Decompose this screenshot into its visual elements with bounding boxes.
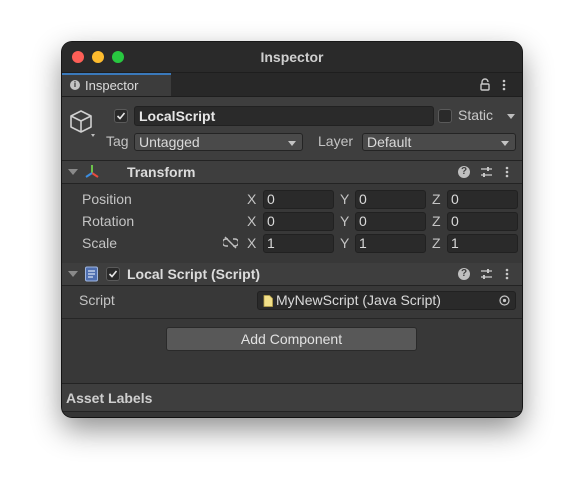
- presets-icon[interactable]: [480, 166, 493, 178]
- scale-z-field[interactable]: 1: [447, 234, 518, 253]
- scale-x-field[interactable]: 1: [263, 234, 334, 253]
- axis-y-label: Y: [340, 191, 350, 207]
- scale-y-field[interactable]: 1: [355, 234, 426, 253]
- script-label: Script: [79, 292, 115, 308]
- foldout-arrow-icon[interactable]: [68, 271, 78, 277]
- local-script-body: Script MyNewScript (Java Script): [62, 286, 522, 318]
- title-bar[interactable]: Inspector: [62, 42, 522, 73]
- cube-icon[interactable]: [68, 107, 96, 137]
- axis-y-label: Y: [340, 213, 350, 229]
- axis-z-label: Z: [432, 191, 441, 207]
- axis-x-label: X: [247, 191, 257, 207]
- lock-icon[interactable]: [479, 78, 491, 91]
- gameobject-name-field[interactable]: LocalScript: [134, 106, 434, 126]
- tag-label: Tag: [106, 133, 129, 149]
- position-label: Position: [82, 191, 132, 207]
- asset-labels-bar[interactable]: Asset Labels: [62, 383, 522, 412]
- transform-header[interactable]: Transform ?: [62, 161, 522, 184]
- asset-labels-title: Asset Labels: [66, 390, 153, 406]
- tag-dropdown[interactable]: Untagged: [134, 133, 303, 151]
- tab-inspector[interactable]: i Inspector: [62, 73, 171, 96]
- local-script-title: Local Script (Script): [127, 266, 261, 282]
- foldout-arrow-icon[interactable]: [68, 169, 78, 175]
- active-checkbox[interactable]: [114, 109, 128, 123]
- position-y-field[interactable]: 0: [355, 190, 426, 209]
- rotation-label: Rotation: [82, 213, 135, 229]
- js-file-icon: [263, 295, 273, 307]
- script-enabled-checkbox[interactable]: [106, 267, 120, 281]
- unlinked-scale-icon[interactable]: [223, 236, 238, 249]
- divider: [62, 318, 522, 319]
- axis-x-label: X: [247, 235, 257, 251]
- layer-label: Layer: [318, 133, 354, 149]
- layer-value: Default: [367, 134, 412, 150]
- tab-bar: i Inspector: [62, 73, 522, 97]
- axis-x-label: X: [247, 213, 257, 229]
- rotation-y-field[interactable]: 0: [355, 212, 426, 231]
- layer-dropdown[interactable]: Default: [362, 133, 516, 151]
- position-z-field[interactable]: 0: [447, 190, 518, 209]
- add-component-button[interactable]: Add Component: [166, 327, 417, 351]
- presets-icon[interactable]: [480, 268, 493, 280]
- transform-axes-icon: [85, 165, 99, 178]
- inspector-window: Inspector i Inspector LocalScript Static: [62, 42, 522, 417]
- chevron-down-icon: [288, 141, 296, 146]
- script-value: MyNewScript (Java Script): [276, 292, 441, 308]
- axis-z-label: Z: [432, 235, 441, 251]
- menu-dots-icon[interactable]: [502, 79, 506, 91]
- scale-label: Scale: [82, 235, 118, 251]
- checkmark-icon: [116, 112, 126, 120]
- rotation-z-field[interactable]: 0: [447, 212, 518, 231]
- help-icon[interactable]: ?: [458, 166, 470, 178]
- transform-body: Position X 0 Y 0 Z 0 Rotation X 0 Y 0 Z …: [62, 184, 522, 262]
- window-title: Inspector: [260, 49, 324, 65]
- bottom-strip: [62, 411, 522, 417]
- tag-value: Untagged: [139, 134, 200, 150]
- position-x-field[interactable]: 0: [263, 190, 334, 209]
- transform-title: Transform: [127, 164, 196, 180]
- help-icon[interactable]: ?: [458, 268, 470, 280]
- chevron-down-icon: [501, 141, 509, 146]
- axis-y-label: Y: [340, 235, 350, 251]
- gameobject-header: LocalScript Static Tag Untagged Layer De…: [62, 97, 522, 161]
- axis-z-label: Z: [432, 213, 441, 229]
- checkmark-icon: [108, 270, 118, 278]
- script-object-field[interactable]: MyNewScript (Java Script): [257, 291, 516, 310]
- info-icon: i: [70, 80, 80, 90]
- menu-dots-icon[interactable]: [505, 166, 509, 178]
- local-script-header[interactable]: Local Script (Script) ?: [62, 263, 522, 286]
- object-picker-icon[interactable]: [499, 295, 510, 306]
- static-dropdown-arrow[interactable]: [507, 114, 515, 119]
- script-file-icon: [85, 266, 98, 282]
- static-label: Static: [458, 107, 494, 123]
- rotation-x-field[interactable]: 0: [263, 212, 334, 231]
- menu-dots-icon[interactable]: [505, 268, 509, 280]
- tab-label: Inspector: [85, 78, 139, 93]
- static-checkbox[interactable]: [438, 109, 452, 123]
